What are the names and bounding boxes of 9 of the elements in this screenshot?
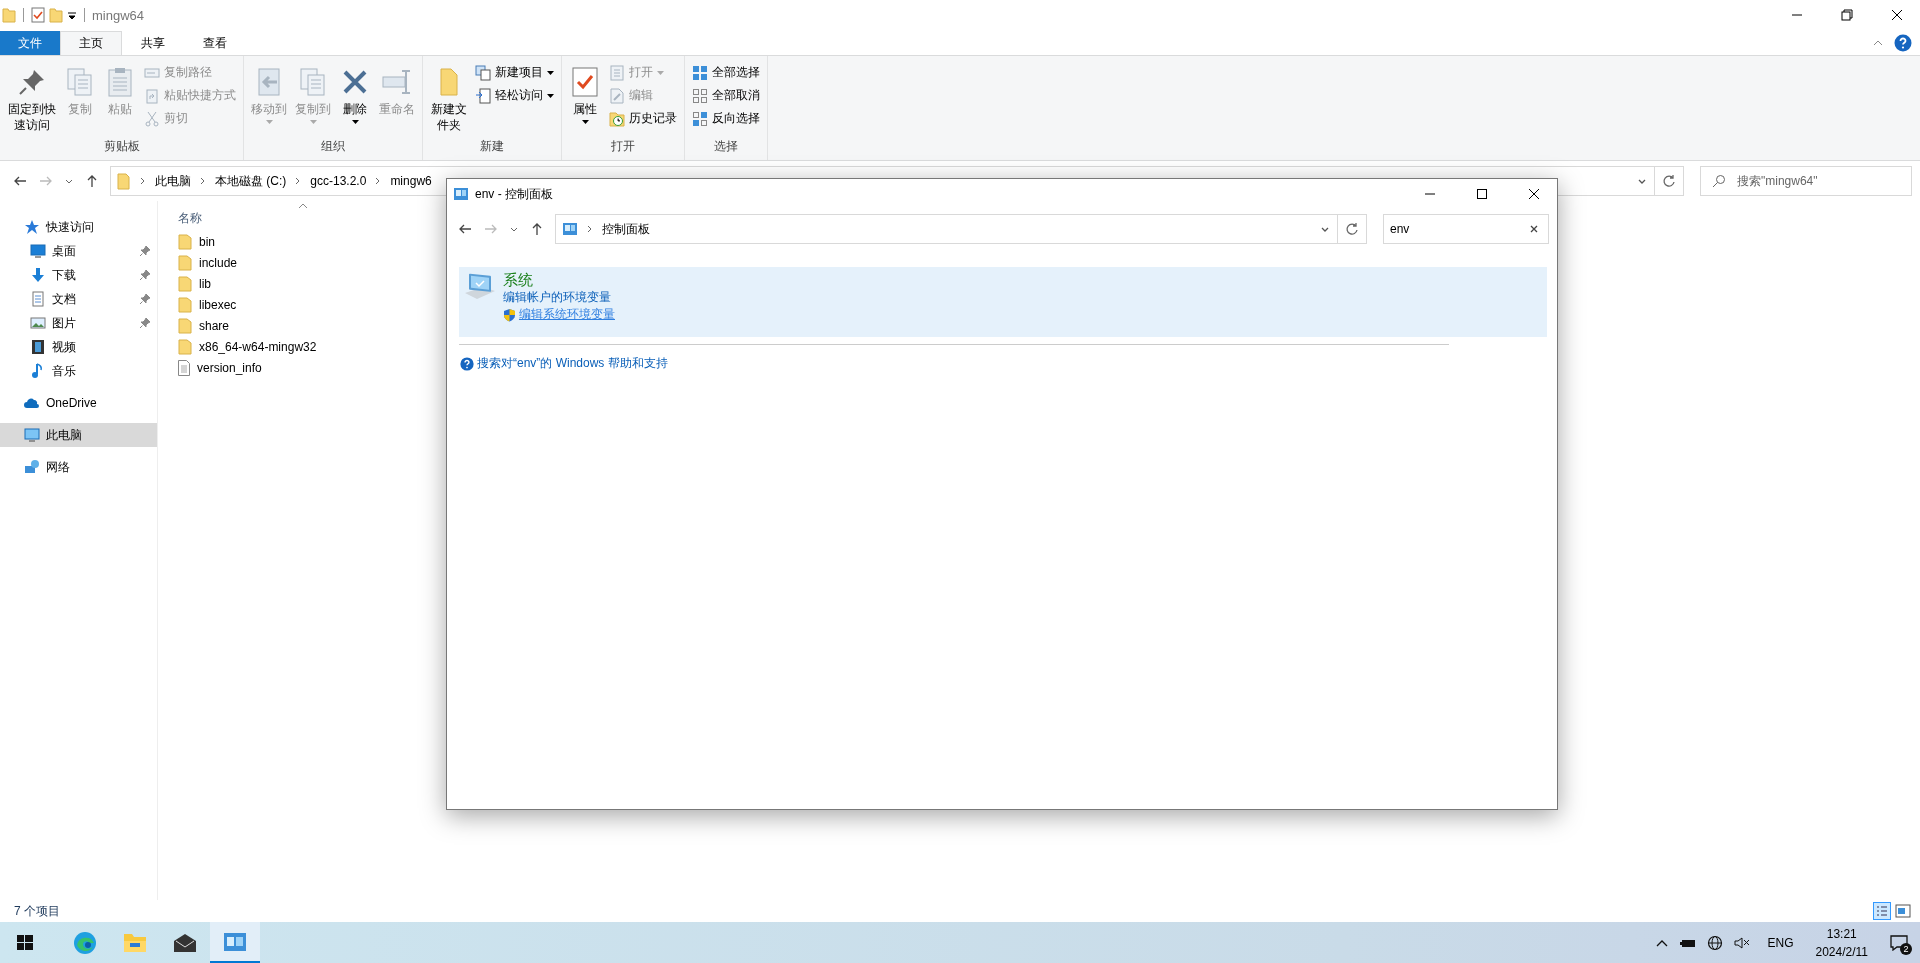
window-title: env - 控制面板 <box>475 185 553 203</box>
group-label: 新建 <box>479 138 505 155</box>
group-label: 选择 <box>713 138 739 155</box>
window-title: mingw64 <box>92 7 145 23</box>
group-label: 剪贴板 <box>102 138 141 155</box>
group-label: 组织 <box>320 138 346 155</box>
notification-badge: 2 <box>1900 942 1912 955</box>
status-text: 7 个项目 <box>14 902 60 920</box>
group-label: 打开 <box>610 138 636 155</box>
